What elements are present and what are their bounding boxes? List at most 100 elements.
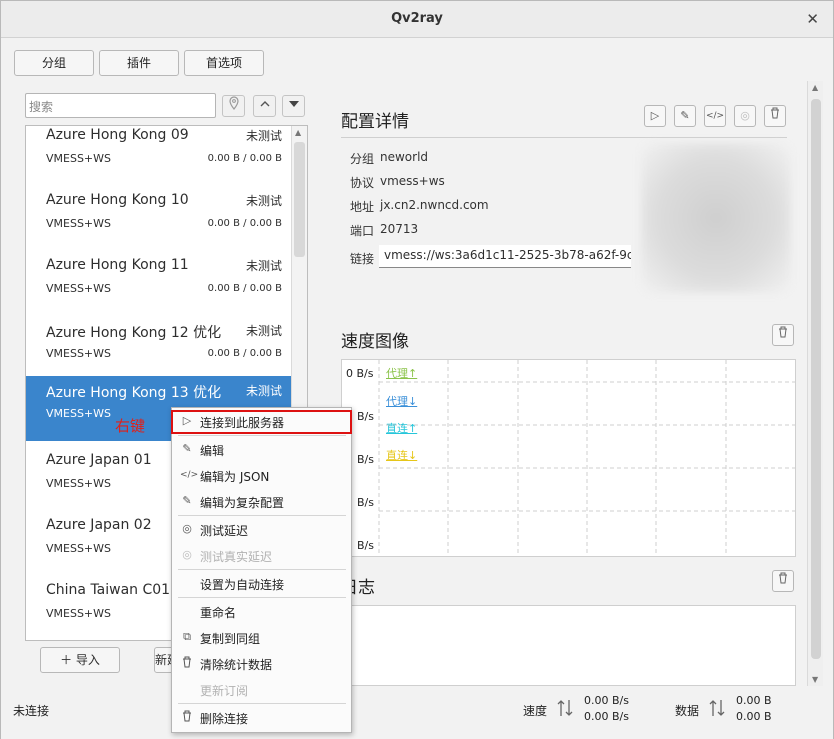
- divider: [341, 137, 787, 138]
- server-protocol: VMESS+WS: [46, 347, 112, 360]
- menu-item-rename[interactable]: 重命名: [172, 601, 351, 623]
- play-icon[interactable]: ▷: [644, 105, 666, 127]
- server-status: 未测试: [245, 194, 282, 208]
- detail-scrollbar[interactable]: ▲ ▼: [807, 81, 823, 686]
- link-label: 链接: [350, 252, 375, 266]
- latency-icon[interactable]: ◎: [734, 105, 756, 127]
- import-button[interactable]: ＋ 导入: [40, 647, 120, 673]
- code-icon: </>: [180, 470, 199, 480]
- scroll-up-icon[interactable]: ▲: [295, 128, 301, 137]
- share-link-field[interactable]: vmess://ws:3a6d1c11-2525-3b78-a62f-9cd1c: [379, 245, 631, 268]
- details-title: 配置详情: [341, 112, 409, 132]
- group-button[interactable]: 分组: [14, 50, 94, 76]
- menu-item-update-subscription: 更新订阅: [172, 679, 351, 701]
- plugins-button[interactable]: 插件: [99, 50, 179, 76]
- y-tick-label: B/s: [357, 539, 374, 552]
- detail-scroll-thumb[interactable]: [811, 99, 821, 659]
- list-item[interactable]: Azure Hong Kong 10 未测试 VMESS+WS 0.00 B /…: [26, 186, 292, 251]
- protocol-label: 协议: [350, 176, 375, 190]
- list-item[interactable]: Azure Hong Kong 11 未测试 VMESS+WS 0.00 B /…: [26, 251, 292, 316]
- updown-arrows-icon: [708, 698, 726, 721]
- menu-separator: [178, 515, 346, 516]
- trash-icon: [180, 656, 194, 670]
- search-input[interactable]: 搜索: [25, 93, 216, 118]
- data-down-value: 0.00 B: [736, 710, 772, 723]
- server-name: China Taiwan C01: [46, 582, 171, 598]
- menu-item-label: 测试真实延迟: [200, 550, 273, 564]
- menu-item-edit-json[interactable]: </> 编辑为 JSON: [172, 465, 351, 487]
- server-name: Azure Japan 02: [46, 517, 152, 533]
- server-status: 未测试: [245, 384, 282, 398]
- server-protocol: VMESS+WS: [46, 217, 112, 230]
- speed-label: 速度: [523, 704, 548, 718]
- speed-down-value: 0.00 B/s: [584, 710, 629, 723]
- menu-item-test-real-latency: ◎ 测试真实延迟: [172, 545, 351, 567]
- menu-item-edit-complex[interactable]: ✎ 编辑为复杂配置: [172, 491, 351, 513]
- menu-item-label: 重命名: [200, 606, 237, 620]
- address-value: jx.cn2.nwncd.com: [380, 198, 489, 212]
- menu-item-label: 更新订阅: [200, 684, 249, 698]
- menu-separator: [178, 703, 346, 704]
- speed-title: 速度图像: [341, 332, 409, 352]
- menu-item-edit[interactable]: ✎ 编辑: [172, 439, 351, 461]
- group-label: 分组: [350, 152, 375, 166]
- server-name: Azure Hong Kong 11: [46, 257, 189, 273]
- port-label: 端口: [350, 224, 375, 238]
- scroll-down-icon[interactable]: ▼: [812, 675, 818, 684]
- menu-item-label: 编辑为 JSON: [200, 470, 270, 484]
- server-protocol: VMESS+WS: [46, 152, 112, 165]
- data-up-value: 0.00 B: [736, 694, 772, 707]
- close-icon[interactable]: ✕: [806, 10, 819, 28]
- chevron-up-icon[interactable]: [253, 95, 276, 117]
- real-latency-icon: ◎: [182, 548, 192, 561]
- protocol-value: vmess+ws: [380, 174, 445, 188]
- speed-chart: 0 B/s B/s B/s B/s B/s 代理↑ 代理↓ 直连↑ 直连↓: [341, 359, 796, 557]
- menu-item-auto-connect[interactable]: 设置为自动连接: [172, 573, 351, 595]
- menu-item-label: 编辑为复杂配置: [200, 496, 285, 510]
- preferences-button[interactable]: 首选项: [184, 50, 264, 76]
- menu-separator: [178, 569, 346, 570]
- window-title: Qv2ray: [391, 11, 443, 26]
- menu-item-test-latency[interactable]: ◎ 测试延迟: [172, 519, 351, 541]
- context-menu: ▷ 连接到此服务器 ✎ 编辑 </> 编辑为 JSON ✎ 编辑为复杂配置 ◎ …: [171, 407, 352, 733]
- server-name: Azure Hong Kong 13 优化: [46, 385, 222, 401]
- menu-item-delete[interactable]: 删除连接: [172, 707, 351, 729]
- status-bar: 未连接 速度 0.00 B/s 0.00 B/s 数据 0.00 B 0.00 …: [1, 689, 833, 739]
- trash-icon[interactable]: [772, 570, 794, 592]
- scroll-up-icon[interactable]: ▲: [812, 83, 818, 92]
- dropdown-arrow-icon[interactable]: [282, 95, 305, 117]
- y-tick-label: B/s: [357, 453, 374, 466]
- server-protocol: VMESS+WS: [46, 282, 112, 295]
- menu-item-clear-stats[interactable]: 清除统计数据: [172, 653, 351, 675]
- menu-item-connect[interactable]: ▷ 连接到此服务器: [171, 410, 352, 434]
- trash-icon: [180, 710, 194, 724]
- group-value: neworld: [380, 150, 429, 164]
- trash-icon[interactable]: [772, 324, 794, 346]
- right-click-annotation: 右键: [115, 417, 146, 435]
- edit-icon[interactable]: ✎: [674, 105, 696, 127]
- location-pin-icon[interactable]: [222, 95, 245, 117]
- y-tick-label: B/s: [357, 410, 374, 423]
- log-textarea[interactable]: [341, 605, 796, 686]
- menu-separator: [178, 435, 346, 436]
- legend-proxy-down: 代理↓: [386, 395, 418, 408]
- main-window: Qv2ray ✕ 分组 插件 首选项 搜索 Azure Hong Kong 09…: [0, 0, 834, 739]
- menu-item-label: 复制到同组: [200, 632, 261, 646]
- menu-item-label: 测试延迟: [200, 524, 249, 538]
- updown-arrows-icon: [556, 698, 574, 721]
- port-value: 20713: [380, 222, 419, 236]
- list-scroll-thumb[interactable]: [294, 142, 305, 257]
- server-traffic: 0.00 B / 0.00 B: [207, 348, 282, 359]
- menu-item-duplicate[interactable]: ⧉ 复制到同组: [172, 627, 351, 649]
- menu-item-label: 删除连接: [200, 712, 249, 726]
- y-tick-label: B/s: [357, 496, 374, 509]
- list-item[interactable]: Azure Hong Kong 12 优化 未测试 VMESS+WS 0.00 …: [26, 316, 292, 381]
- server-name: Azure Hong Kong 10: [46, 192, 189, 208]
- list-item[interactable]: Azure Hong Kong 09 未测试 VMESS+WS 0.00 B /…: [26, 126, 292, 186]
- server-protocol: VMESS+WS: [46, 542, 112, 555]
- server-status: 未测试: [245, 259, 282, 273]
- speed-up-value: 0.00 B/s: [584, 694, 629, 707]
- trash-icon[interactable]: [764, 105, 786, 127]
- server-traffic: 0.00 B / 0.00 B: [207, 153, 282, 164]
- code-icon[interactable]: </>: [704, 105, 726, 127]
